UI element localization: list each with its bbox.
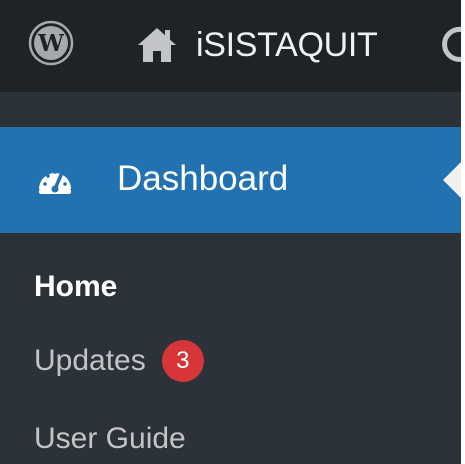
admin-sidebar-panel: W iSISTAQUIT Dashboard Home Updates 3 Us… (0, 0, 461, 464)
menu-item-dashboard[interactable]: Dashboard (0, 127, 461, 233)
refresh-icon[interactable] (442, 24, 461, 64)
menu-item-dashboard-label: Dashboard (117, 159, 289, 198)
current-menu-arrow (443, 162, 461, 198)
admin-bar: W iSISTAQUIT (0, 0, 461, 92)
submenu-item-updates[interactable]: Updates 3 (34, 340, 204, 382)
submenu-item-updates-label: Updates (34, 344, 146, 377)
home-icon[interactable] (136, 25, 178, 65)
wordpress-logo-icon[interactable]: W (28, 20, 74, 66)
svg-text:W: W (37, 30, 65, 57)
submenu-item-home[interactable]: Home (34, 267, 117, 307)
dashboard-gauge-icon (39, 170, 71, 194)
admin-frame: W iSISTAQUIT Dashboard Home Updates 3 Us… (0, 0, 465, 464)
submenu-item-user-guide[interactable]: User Guide (34, 419, 186, 459)
update-count-badge: 3 (161, 340, 204, 382)
site-name-link[interactable]: iSISTAQUIT (196, 23, 378, 67)
